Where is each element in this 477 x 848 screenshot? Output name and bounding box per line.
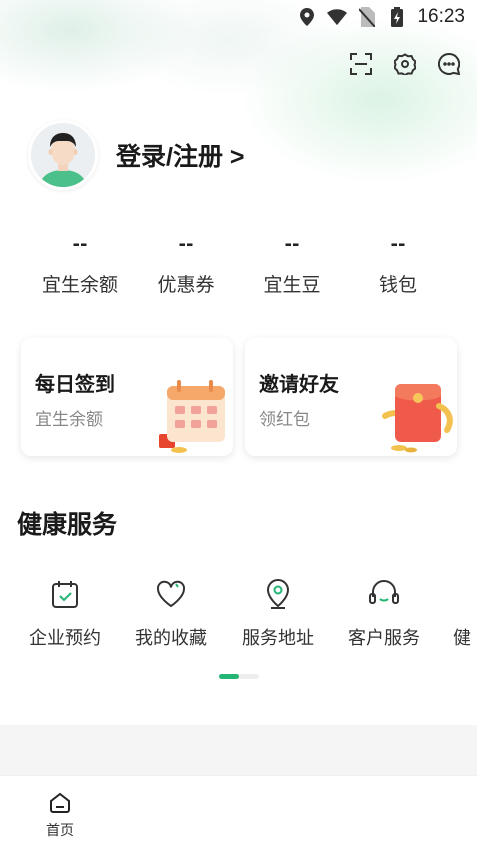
scan-icon[interactable] — [349, 52, 373, 76]
service-label: 服务地址 — [242, 628, 314, 649]
stat-value: -- — [390, 234, 406, 255]
service-label: 我的收藏 — [135, 628, 207, 649]
status-bar: 16:23 — [0, 0, 477, 34]
profile-section[interactable]: 登录/注册 > — [28, 120, 245, 190]
wifi-icon — [327, 7, 348, 27]
page-indicator — [219, 674, 259, 679]
daily-checkin-card[interactable]: 每日签到 宜生余额 — [21, 338, 233, 456]
service-label: 企业预约 — [29, 628, 101, 649]
location-icon — [297, 7, 317, 27]
bottom-tab-bar: 首页 — [0, 775, 477, 848]
account-stats: -- 宜生余额 -- 优惠券 -- 宜生豆 -- 钱包 — [0, 230, 477, 297]
promo-cards: 每日签到 宜生余额 邀请好友 领红包 — [21, 338, 457, 456]
service-health-partial[interactable]: 健 — [408, 578, 477, 650]
avatar[interactable] — [28, 120, 98, 190]
header-background — [0, 0, 477, 230]
stat-label: 宜生余额 — [41, 274, 118, 296]
service-favorites[interactable]: 我的收藏 — [118, 578, 224, 650]
stat-label: 宜生豆 — [263, 274, 321, 296]
status-time: 16:23 — [417, 6, 465, 27]
calendar-illustration-icon — [153, 376, 233, 456]
settings-icon[interactable] — [393, 52, 417, 76]
health-services: 企业预约 我的收藏 服务地址 客户服务 健 — [0, 578, 477, 668]
section-divider — [0, 725, 477, 775]
stat-value: -- — [72, 234, 88, 255]
service-address[interactable]: 服务地址 — [225, 578, 331, 650]
tab-label: 首页 — [46, 823, 74, 839]
card-title: 邀请好友 — [259, 372, 339, 396]
home-icon — [47, 790, 73, 816]
invite-friends-card[interactable]: 邀请好友 领红包 — [245, 338, 457, 456]
stat-beans[interactable]: -- 宜生豆 — [239, 230, 345, 297]
card-subtitle: 宜生余额 — [35, 410, 103, 430]
calendar-check-icon — [49, 578, 81, 610]
heart-icon — [155, 578, 187, 610]
login-register-link[interactable]: 登录/注册 > — [116, 137, 245, 173]
stat-value: -- — [284, 234, 300, 255]
stat-value: -- — [178, 234, 194, 255]
card-title: 每日签到 — [35, 372, 115, 396]
service-icon-placeholder — [453, 578, 477, 610]
tab-home[interactable]: 首页 — [40, 790, 80, 840]
stat-balance[interactable]: -- 宜生余额 — [27, 230, 133, 297]
section-title: 健康服务 — [17, 510, 118, 539]
stat-wallet[interactable]: -- 钱包 — [345, 230, 451, 297]
message-icon[interactable] — [437, 52, 461, 76]
stat-coupons[interactable]: -- 优惠券 — [133, 230, 239, 297]
no-sim-icon — [357, 7, 377, 27]
headset-icon — [368, 578, 400, 610]
battery-charging-icon — [387, 7, 407, 27]
stat-label: 优惠券 — [157, 274, 215, 296]
stat-label: 钱包 — [378, 274, 417, 296]
page-indicator-active — [219, 674, 239, 679]
header-actions — [349, 52, 461, 76]
map-pin-icon — [262, 578, 294, 610]
service-enterprise-booking[interactable]: 企业预约 — [12, 578, 118, 650]
service-label: 健 — [453, 628, 471, 649]
card-subtitle: 领红包 — [259, 410, 310, 430]
red-envelope-icon — [377, 376, 457, 456]
